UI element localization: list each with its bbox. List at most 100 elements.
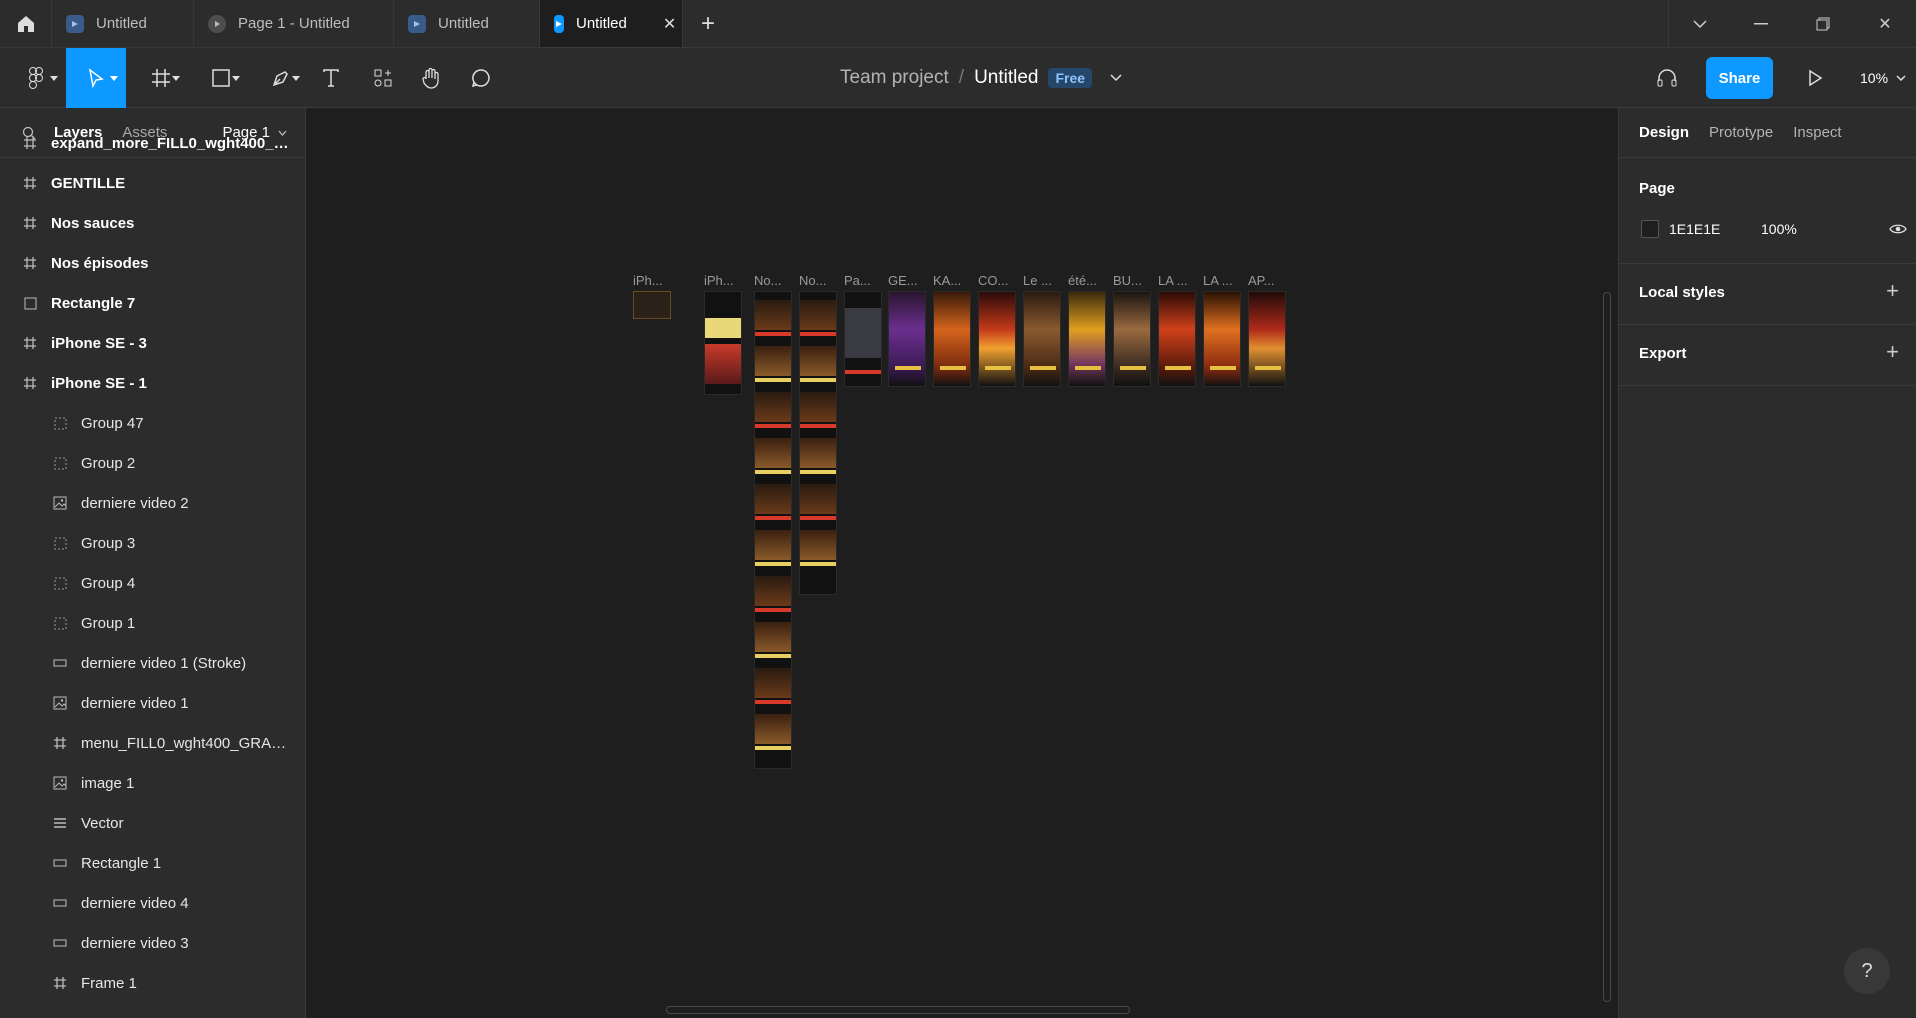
frame-label[interactable]: KA... xyxy=(933,273,961,288)
present-button[interactable] xyxy=(1800,48,1830,108)
tab-untitled-1[interactable]: Untitled xyxy=(52,0,194,47)
frame-label[interactable]: iPh... xyxy=(704,273,734,288)
frame-thumbnail[interactable] xyxy=(933,291,971,387)
page-color-hex[interactable]: 1E1E1E xyxy=(1669,221,1720,237)
shape-tool[interactable] xyxy=(196,48,246,108)
layer-row[interactable]: derniere video 1 xyxy=(0,683,305,723)
frame-thumbnail[interactable] xyxy=(1203,291,1241,387)
text-tool[interactable] xyxy=(316,48,346,108)
frame-tool[interactable] xyxy=(136,48,186,108)
frame-thumbnail[interactable] xyxy=(799,291,837,595)
frame-thumbnail[interactable] xyxy=(1023,291,1061,387)
page-color-swatch[interactable] xyxy=(1641,220,1659,238)
eye-icon[interactable] xyxy=(1889,223,1907,235)
share-button[interactable]: Share xyxy=(1706,57,1773,99)
tab-untitled-2[interactable]: Untitled xyxy=(394,0,540,47)
chevron-down-icon[interactable] xyxy=(1110,74,1122,82)
layer-row[interactable]: Rectangle 7 xyxy=(0,283,305,323)
layer-row[interactable]: derniere video 1 (Stroke) xyxy=(0,643,305,683)
frame-label[interactable]: LA ... xyxy=(1203,273,1233,288)
hand-tool[interactable] xyxy=(416,48,446,108)
horizontal-scrollbar[interactable] xyxy=(666,1006,1130,1014)
thumbnail-block xyxy=(705,344,741,384)
main-menu-button[interactable] xyxy=(14,48,58,108)
chevron-down-icon xyxy=(172,76,180,81)
frame-thumbnail[interactable] xyxy=(633,291,671,319)
frame-label[interactable]: iPh... xyxy=(633,273,663,288)
resources-tool[interactable] xyxy=(368,48,398,108)
frame-thumbnail[interactable] xyxy=(1068,291,1106,387)
frame-label[interactable]: AP... xyxy=(1248,273,1275,288)
add-export-icon[interactable]: + xyxy=(1886,339,1899,365)
frame-label[interactable]: Le ... xyxy=(1023,273,1052,288)
layer-row[interactable]: iPhone SE - 3 xyxy=(0,323,305,363)
layer-row[interactable]: derniere video 3 xyxy=(0,923,305,963)
help-button[interactable]: ? xyxy=(1844,948,1890,994)
frame-label[interactable]: LA ... xyxy=(1158,273,1188,288)
chevron-down-icon xyxy=(232,76,240,81)
minimize-button[interactable] xyxy=(1730,0,1792,47)
layer-row[interactable]: Group 2 xyxy=(0,443,305,483)
design-canvas[interactable]: iPh... iPh... No... No... Pa... GE... KA... CO.… xyxy=(306,108,1618,1018)
file-name[interactable]: Untitled xyxy=(974,67,1038,89)
tab-design[interactable]: Design xyxy=(1639,124,1689,141)
layer-row[interactable]: Nos sauces xyxy=(0,203,305,243)
frame-thumbnail[interactable] xyxy=(754,291,792,769)
frame-thumbnail[interactable] xyxy=(1158,291,1196,387)
tab-prototype[interactable]: Prototype xyxy=(1709,124,1773,141)
close-tab-icon[interactable]: ✕ xyxy=(663,14,676,34)
layer-row[interactable]: Group 1 xyxy=(0,603,305,643)
thumbnail-label xyxy=(800,562,836,566)
zoom-control[interactable]: 10% xyxy=(1860,48,1906,108)
restore-button[interactable] xyxy=(1792,0,1854,47)
comment-tool[interactable] xyxy=(466,48,496,108)
frame-label[interactable]: GE... xyxy=(888,273,918,288)
layer-row[interactable]: derniere video 4 xyxy=(0,883,305,923)
layer-row[interactable]: Rectangle 1 xyxy=(0,843,305,883)
project-name[interactable]: Team project xyxy=(840,67,949,89)
layer-row[interactable]: iPhone SE - 1 xyxy=(0,363,305,403)
vertical-scrollbar[interactable] xyxy=(1603,292,1611,1002)
tab-inspect[interactable]: Inspect xyxy=(1793,124,1841,141)
frame-thumbnail[interactable] xyxy=(1113,291,1151,387)
frame-label[interactable]: Pa... xyxy=(844,273,871,288)
layer-row[interactable]: image 1 xyxy=(0,763,305,803)
pen-tool[interactable] xyxy=(256,48,306,108)
home-button[interactable] xyxy=(0,0,52,47)
layer-row[interactable]: derniere video 2 xyxy=(0,483,305,523)
chevron-down-icon xyxy=(50,76,58,81)
tab-list-button[interactable] xyxy=(1668,0,1730,47)
frame-icon xyxy=(22,215,38,231)
thumbnail-label xyxy=(755,516,791,520)
frame-thumbnail[interactable] xyxy=(978,291,1016,387)
layer-row[interactable]: Group 47 xyxy=(0,403,305,443)
move-tool[interactable] xyxy=(66,48,126,108)
layer-row[interactable]: Frame 1 xyxy=(0,963,305,1003)
frame-label[interactable]: été... xyxy=(1068,273,1097,288)
frame-label[interactable]: BU... xyxy=(1113,273,1142,288)
page-opacity[interactable]: 100% xyxy=(1761,221,1797,237)
layer-row[interactable]: Group 3 xyxy=(0,523,305,563)
frame-label[interactable]: No... xyxy=(754,273,781,288)
add-style-icon[interactable]: + xyxy=(1886,278,1899,304)
layer-row[interactable]: Group 4 xyxy=(0,563,305,603)
frame-thumbnail[interactable] xyxy=(1248,291,1286,387)
frame-thumbnail[interactable] xyxy=(888,291,926,387)
frame-thumbnail[interactable] xyxy=(704,291,742,395)
tab-untitled-active[interactable]: Untitled ✕ xyxy=(540,0,683,47)
new-tab-button[interactable]: + xyxy=(683,0,733,47)
frame-label[interactable]: No... xyxy=(799,273,826,288)
frame-thumbnail[interactable] xyxy=(844,291,882,387)
frame-label[interactable]: CO... xyxy=(978,273,1008,288)
layer-row[interactable]: Vector xyxy=(0,803,305,843)
layer-row[interactable]: expand_more_FILL0_wght400_GR... xyxy=(0,123,305,163)
layer-row[interactable]: menu_FILL0_wght400_GRAD0_... xyxy=(0,723,305,763)
tab-page-1-untitled[interactable]: Page 1 - Untitled xyxy=(194,0,394,47)
layer-row[interactable]: GENTILLE xyxy=(0,163,305,203)
layer-name: Vector xyxy=(81,814,124,832)
close-window-button[interactable]: ✕ xyxy=(1854,0,1916,47)
properties-panel: Design Prototype Inspect Page 1E1E1E 100… xyxy=(1618,108,1916,1018)
audio-button[interactable] xyxy=(1652,48,1682,108)
layer-row[interactable]: Nos épisodes xyxy=(0,243,305,283)
thumbnail-button xyxy=(1210,366,1236,370)
